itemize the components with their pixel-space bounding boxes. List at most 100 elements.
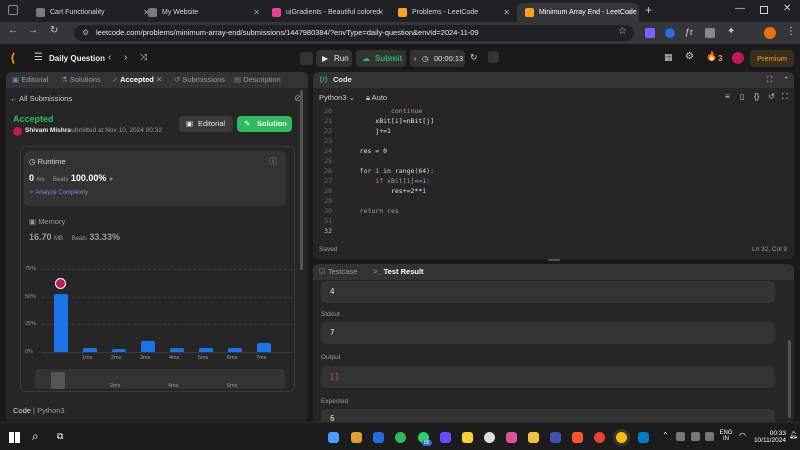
all-submissions-link[interactable]: ← All Submissions — [10, 94, 72, 103]
brackets-icon[interactable]: {} — [754, 92, 759, 101]
debug-icon[interactable] — [300, 52, 313, 65]
app-icon[interactable] — [395, 432, 406, 443]
snipping-tool-icon[interactable] — [373, 432, 384, 443]
extension-icon[interactable] — [705, 28, 715, 38]
format-icon[interactable]: ≡ — [725, 92, 730, 101]
next-problem-chevron-icon[interactable]: › — [124, 52, 127, 63]
tab-description[interactable]: ▤ Description — [234, 72, 281, 88]
code-editor[interactable]: 20 continue 21 xBit[i]=nBit[j] 22 j+=1 2… — [313, 103, 794, 235]
streak-fire-icon[interactable]: 🔥 — [706, 51, 717, 62]
tab-editorial[interactable]: ▣ Editorial — [12, 72, 48, 88]
browser-tab[interactable]: My Website ✕ — [140, 3, 266, 22]
browser-tab[interactable]: Problems - LeetCode ✕ — [390, 3, 516, 22]
problem-list-icon[interactable]: ☰ — [34, 52, 43, 63]
run-button[interactable]: ▶ Run — [316, 50, 352, 67]
timer-widget[interactable]: ‹ ◷ 00:00:13 — [410, 50, 465, 67]
copilot-icon[interactable] — [328, 432, 339, 443]
fullscreen-icon[interactable]: ⛶ — [782, 92, 788, 102]
chart-bar[interactable] — [170, 347, 184, 352]
app-icon[interactable] — [550, 432, 561, 443]
daily-question-link[interactable]: Daily Question — [49, 54, 105, 63]
premium-button[interactable]: Premium — [750, 50, 794, 67]
left-panel-scrollbar[interactable] — [300, 90, 303, 270]
solution-button[interactable]: ✎ Solution — [237, 116, 292, 132]
chart-bar[interactable] — [83, 347, 97, 352]
clock-widget[interactable]: 00:33 10/11/2024 — [738, 430, 786, 444]
editorial-button[interactable]: ▣ Editorial — [179, 116, 233, 132]
reset-code-icon[interactable]: ↺ — [768, 92, 775, 101]
chrome-active-icon[interactable] — [616, 432, 627, 443]
notes-icon[interactable] — [488, 51, 499, 63]
browser-tab-active[interactable]: Minimum Array End - LeetCode ✕ — [517, 3, 639, 22]
reload-icon[interactable]: ↻ — [50, 25, 58, 36]
chart-minimap[interactable]: 2ms 4ms 6ms — [35, 369, 285, 389]
minimize-window-icon[interactable]: — — [735, 3, 745, 14]
input-language[interactable]: ENG IN — [716, 430, 736, 442]
bookmark-icon[interactable]: ▯ — [740, 92, 744, 101]
prev-problem-chevron-icon[interactable]: ‹ — [108, 52, 111, 63]
chart-bar[interactable] — [141, 340, 155, 352]
minimap-selection-handle[interactable] — [51, 372, 65, 389]
close-icon[interactable]: ✕ — [626, 3, 633, 22]
app-icon[interactable] — [440, 432, 451, 443]
user-avatar[interactable] — [732, 52, 744, 64]
leetcode-logo-icon[interactable]: ⟨ — [10, 51, 15, 65]
bookmark-star-icon[interactable]: ☆ — [618, 26, 627, 37]
tray-app-icon[interactable] — [705, 432, 714, 441]
chart-bar[interactable] — [54, 294, 68, 352]
back-arrow-icon[interactable]: ← — [8, 25, 18, 36]
extension-icon[interactable] — [645, 28, 655, 38]
auto-mode-toggle[interactable]: 🔒︎ Auto — [366, 93, 387, 103]
chart-bar[interactable] — [257, 343, 271, 352]
tab-solutions[interactable]: ⚗ Solutions — [61, 72, 101, 88]
task-view-icon[interactable]: ⧉ — [57, 431, 63, 442]
tray-app-icon[interactable] — [691, 432, 700, 441]
brave-icon[interactable] — [572, 432, 583, 443]
media-player-icon[interactable] — [506, 432, 517, 443]
extension-icon[interactable] — [665, 28, 675, 38]
chart-bar[interactable] — [112, 348, 126, 352]
forward-arrow-icon[interactable]: → — [28, 25, 38, 36]
chart-bar[interactable] — [199, 347, 213, 352]
windows-start-icon[interactable] — [9, 432, 20, 443]
collapse-chevron-icon[interactable]: ⌃ — [783, 72, 789, 88]
shuffle-icon[interactable]: ⤨ — [140, 52, 147, 63]
app-icon[interactable] — [484, 432, 495, 443]
tab-accepted[interactable]: ✓ Accepted ✕ — [112, 72, 162, 88]
profile-avatar[interactable] — [764, 27, 776, 39]
panel-resize-handle[interactable] — [548, 259, 560, 261]
new-tab-plus-icon[interactable]: + — [645, 3, 652, 17]
browser-menu-icon[interactable]: ⋮ — [786, 26, 796, 37]
tray-chevron-icon[interactable]: ⌃ — [662, 431, 669, 440]
close-icon[interactable]: ✕ — [253, 3, 260, 22]
close-icon[interactable]: ✕ — [377, 3, 384, 22]
analyze-complexity-link[interactable]: ✧ Analyze Complexity — [29, 189, 88, 196]
photos-icon[interactable] — [351, 432, 362, 443]
notifications-bell-icon[interactable]: 🔔︎ — [789, 431, 798, 439]
collapse-timer-icon[interactable]: ‹ — [414, 50, 417, 67]
expand-icon[interactable]: ⛶ — [767, 72, 772, 88]
tab-testcase[interactable]: ☑ Testcase — [319, 264, 357, 280]
chart-bar[interactable] — [228, 347, 242, 352]
maximize-window-icon[interactable] — [760, 6, 768, 14]
close-icon[interactable]: ✕ — [503, 3, 510, 22]
browser-tab[interactable]: Cart Functionality ✕ — [28, 3, 156, 22]
miro-icon[interactable] — [462, 432, 473, 443]
tab-test-result[interactable]: >_ Test Result — [373, 264, 424, 280]
url-input[interactable]: ⚙ leetcode.com/problems/minimum-array-en… — [74, 25, 634, 41]
browser-tab[interactable]: uiGradients - Beautiful colored ✕ — [264, 3, 390, 22]
test-panel-scrollbar[interactable] — [788, 340, 791, 418]
tab-search-icon[interactable] — [8, 5, 18, 15]
layout-grid-icon[interactable]: ▦ — [664, 52, 673, 63]
site-info-icon[interactable]: ⚙ — [82, 25, 89, 41]
submit-button[interactable]: ☁ Submit — [356, 50, 406, 67]
info-icon[interactable]: ⓘ — [269, 156, 277, 167]
language-select[interactable]: Python3 ⌄ — [319, 93, 355, 102]
tray-app-icon[interactable] — [676, 432, 685, 441]
submitter-name[interactable]: Shivam Mishra — [25, 127, 71, 134]
close-window-icon[interactable]: ✕ — [783, 3, 791, 14]
reset-timer-icon[interactable]: ↻ — [470, 52, 478, 63]
search-icon[interactable]: ⌕ — [32, 429, 39, 444]
extensions-puzzle-icon[interactable]: ✦ — [727, 26, 735, 37]
extension-icon[interactable]: ƒr — [685, 27, 693, 37]
